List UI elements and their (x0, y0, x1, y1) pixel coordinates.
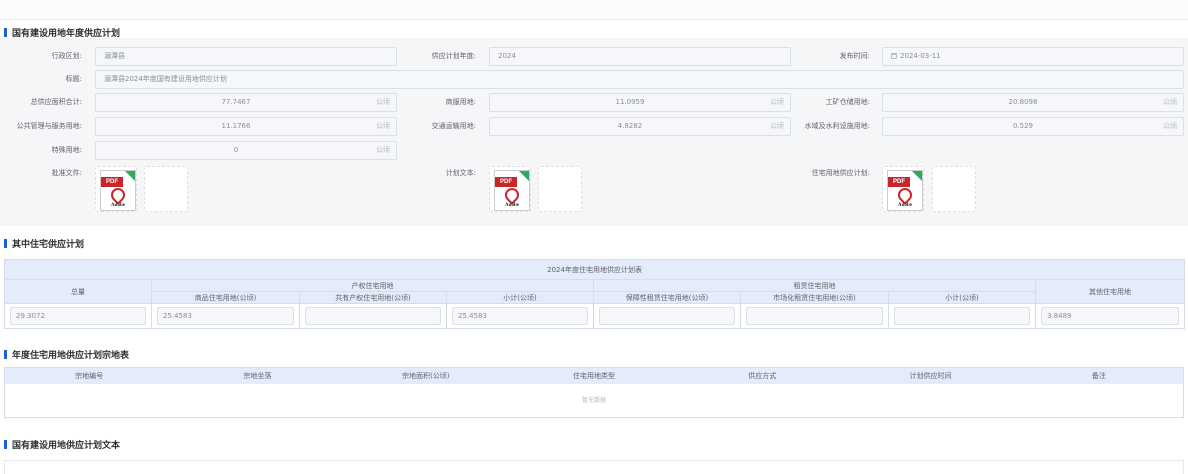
public-service-field[interactable]: 11.1766 公顷 (95, 117, 397, 136)
other-input[interactable]: 3.8489 (1041, 307, 1180, 325)
col-planned-time: 计划供应时间 (909, 372, 952, 380)
commercial-label: 商服用地: (445, 98, 476, 106)
transport-field[interactable]: 4.8282 公顷 (489, 117, 791, 136)
cell-subtotal-property: 25.4583 (446, 303, 594, 329)
publish-date-label: 发布时间: (839, 52, 870, 60)
commercial-field[interactable]: 11.0959 公顷 (489, 93, 791, 112)
pdf-icon: PDF Adobe (494, 170, 530, 211)
cell-total: 29.3072 (4, 303, 152, 329)
title-label: 标题: (65, 75, 82, 83)
header-total: 总量 (4, 279, 152, 304)
col-parcel-location: 宗地坐落 (243, 372, 272, 380)
plan-text-viewer[interactable] (4, 460, 1184, 474)
residential-plan-label: 住宅用地供应计划: (811, 169, 870, 177)
pdf-corner (125, 171, 135, 181)
col-remarks: 备注 (1091, 372, 1106, 380)
region-field[interactable]: 湄潭县 (95, 47, 397, 66)
year-field[interactable]: 2024 (489, 47, 791, 66)
approval-file-label: 批准文件: (51, 169, 82, 177)
title-field[interactable]: 湄潭县2024年度国有建设用地供应计划 (95, 70, 1184, 89)
market-input[interactable] (746, 307, 883, 325)
cell-market (740, 303, 889, 329)
adobe-logo-icon (895, 185, 915, 205)
section-title-residential-plan: 其中住宅供应计划 (4, 237, 84, 250)
parcel-table: 宗地编号 宗地坐落 宗地面积(公顷) 住宅用地类型 供应方式 计划供应时间 备注… (4, 367, 1184, 418)
header-other: 其他住宅用地 (1034, 279, 1186, 304)
table-title: 2024年度住宅用地供应计划表 (3, 259, 1186, 280)
water-field[interactable]: 0.529 公顷 (882, 117, 1184, 136)
adobe-label: Adobe (898, 203, 912, 208)
col-parcel-id: 宗地编号 (75, 372, 104, 380)
header-property-group: 产权住宅用地 (151, 279, 594, 292)
pdf-tag: PDF (101, 177, 123, 187)
col-supply-method: 供应方式 (748, 372, 777, 380)
parcel-table-header: 宗地编号 宗地坐落 宗地面积(公顷) 住宅用地类型 供应方式 计划供应时间 备注 (5, 368, 1183, 384)
annual-plan-panel: 行政区划: 湄潭县 供应计划年度: 2024 发布时间: 2024-03-11 … (0, 38, 1188, 226)
header-rental-group: 租赁住宅用地 (593, 279, 1036, 292)
affordable-input[interactable] (599, 307, 735, 325)
industrial-field[interactable]: 20.8098 公顷 (882, 93, 1184, 112)
subtotal-rental-input[interactable] (894, 307, 1030, 325)
plan-text-label: 计划文本: (445, 169, 476, 177)
pdf-tag: PDF (888, 177, 910, 187)
header-subtotal-property: 小计(公顷) (446, 291, 594, 304)
cell-shared (299, 303, 447, 329)
adobe-logo-icon (108, 185, 128, 205)
section-marker (4, 350, 7, 359)
cell-other: 3.8489 (1034, 303, 1186, 329)
section-marker (4, 28, 7, 37)
calendar-icon (891, 53, 897, 59)
residential-plan-upload-slot[interactable] (932, 166, 976, 212)
special-label: 特殊用地: (51, 146, 82, 154)
col-parcel-area: 宗地面积(公顷) (401, 372, 450, 380)
adobe-label: Adobe (505, 203, 519, 208)
transport-label: 交通运输用地: (431, 122, 476, 130)
approval-upload-slot[interactable] (144, 166, 188, 212)
approval-pdf-file[interactable]: PDF Adobe (95, 166, 137, 212)
special-field[interactable]: 0 公顷 (95, 141, 397, 160)
header-subtotal-rental: 小计(公顷) (888, 291, 1036, 304)
header-affordable: 保障性租赁住宅用地(公顷) (593, 291, 741, 304)
cell-subtotal-rental (888, 303, 1036, 329)
pdf-tag: PDF (495, 177, 517, 187)
industrial-label: 工矿仓储用地: (825, 98, 870, 106)
residential-plan-table: 2024年度住宅用地供应计划表 总量 产权住宅用地 租赁住宅用地 其他住宅用地 … (3, 259, 1186, 329)
water-label: 水域及水利设施用地: (804, 122, 870, 130)
adobe-label: Adobe (111, 203, 125, 208)
header-commodity: 商品住宅用地(公顷) (151, 291, 300, 304)
pdf-corner (519, 171, 529, 181)
pdf-icon: PDF Adobe (100, 170, 136, 211)
pdf-corner (912, 171, 922, 181)
public-service-label: 公共管理与服务用地: (16, 122, 82, 130)
total-area-field[interactable]: 77.7467 公顷 (95, 93, 397, 112)
plan-text-pdf-file[interactable]: PDF Adobe (489, 166, 531, 212)
shared-input[interactable] (305, 307, 441, 325)
table-row: 29.3072 25.4583 25.4583 3.8489 (4, 303, 1186, 329)
section-title-plan-text: 国有建设用地供应计划文本 (4, 438, 120, 451)
residential-plan-pdf-file[interactable]: PDF Adobe (882, 166, 924, 212)
pdf-icon: PDF Adobe (887, 170, 923, 211)
empty-state-text: 暂无数据 (581, 397, 606, 404)
cell-affordable (593, 303, 741, 329)
region-label: 行政区划: (51, 52, 82, 60)
commodity-input[interactable]: 25.4583 (157, 307, 294, 325)
total-area-label: 总供应面积合计: (30, 98, 82, 106)
adobe-logo-icon (502, 185, 522, 205)
header-shared: 共有产权住宅用地(公顷) (299, 291, 447, 304)
section-title-parcel-table: 年度住宅用地供应计划宗地表 (4, 348, 129, 361)
section-marker (4, 239, 7, 248)
header-market: 市场化租赁住宅用地(公顷) (740, 291, 889, 304)
col-residential-type: 住宅用地类型 (572, 372, 615, 380)
section-marker (4, 440, 7, 449)
top-strip (0, 0, 1188, 20)
total-input[interactable]: 29.3072 (10, 307, 146, 325)
subtotal-property-input[interactable]: 25.4583 (452, 307, 588, 325)
cell-commodity: 25.4583 (151, 303, 300, 329)
year-label: 供应计划年度: (431, 52, 476, 60)
publish-date-field[interactable]: 2024-03-11 (882, 47, 1184, 66)
plan-text-upload-slot[interactable] (538, 166, 582, 212)
